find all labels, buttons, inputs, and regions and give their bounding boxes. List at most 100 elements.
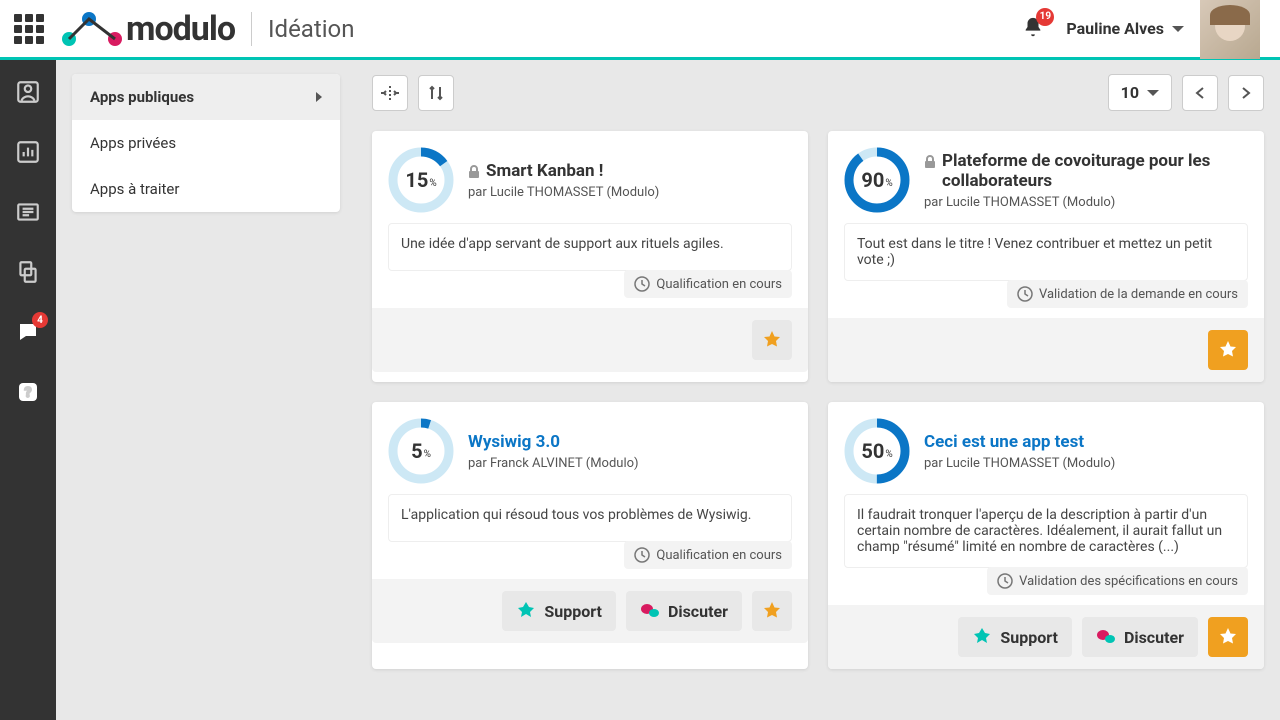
star-icon	[1218, 627, 1238, 647]
app-card: 5% Wysiwig 3.0 par Franck ALVINET (Modul…	[372, 402, 808, 669]
toolbar: 10	[372, 74, 1264, 111]
clock-icon	[1017, 286, 1033, 302]
status-chip: Qualification en cours	[624, 270, 792, 298]
avatar[interactable]	[1200, 0, 1260, 59]
star-button[interactable]	[752, 320, 792, 360]
top-header: modulo Idéation 19 Pauline Alves	[0, 0, 1280, 60]
progress-value: 5	[411, 439, 422, 463]
chevron-down-icon	[1147, 90, 1159, 96]
content: 10 15% Smart Kanban ! par Lucile THOM	[356, 60, 1280, 720]
rail-item-stats[interactable]	[14, 138, 42, 166]
support-label: Support	[1000, 628, 1058, 647]
user-name[interactable]: Pauline Alves	[1066, 19, 1164, 38]
discuss-button[interactable]: Discuter	[626, 591, 742, 631]
app-card: 50% Ceci est une app test par Lucile THO…	[828, 402, 1264, 669]
rail-item-copy[interactable]	[14, 258, 42, 286]
brand-name: modulo	[126, 9, 235, 49]
rail-item-news[interactable]	[14, 198, 42, 226]
card-footer: Support Discuter	[372, 579, 808, 643]
card-author: par Lucile THOMASSET (Modulo)	[924, 195, 1248, 210]
sidebar: Apps publiques Apps privées Apps à trait…	[56, 60, 356, 720]
status-chip: Validation de la demande en cours	[1007, 280, 1248, 308]
prev-page-button[interactable]	[1182, 75, 1218, 111]
status-label: Validation des spécifications en cours	[1019, 574, 1238, 589]
card-author: par Lucile THOMASSET (Modulo)	[924, 456, 1248, 471]
page-size-value: 10	[1121, 83, 1139, 102]
notifications-button[interactable]: 19	[1022, 16, 1044, 42]
support-icon	[972, 628, 992, 646]
sort-button[interactable]	[418, 75, 454, 111]
discuss-button[interactable]: Discuter	[1082, 617, 1198, 657]
expand-button[interactable]	[372, 75, 408, 111]
page-title: Idéation	[268, 15, 354, 43]
card-footer	[828, 318, 1264, 382]
status-label: Validation de la demande en cours	[1039, 287, 1238, 302]
discuss-icon	[1096, 628, 1116, 646]
card-description: L'application qui résoud tous vos problè…	[388, 494, 792, 542]
progress-ring: 90%	[844, 147, 910, 213]
brand-logo[interactable]: modulo	[62, 9, 235, 49]
discuss-label: Discuter	[1124, 628, 1184, 647]
sidebar-item-label: Apps à traiter	[90, 180, 179, 198]
left-rail: 4 ?	[0, 60, 56, 720]
card-author: par Franck ALVINET (Modulo)	[468, 456, 792, 471]
sidebar-item-public-apps[interactable]: Apps publiques	[72, 74, 340, 120]
progress-value: 90	[861, 168, 884, 192]
status-chip: Validation des spécifications en cours	[987, 567, 1248, 595]
card-author: par Lucile THOMASSET (Modulo)	[468, 185, 792, 200]
page-size-select[interactable]: 10	[1108, 74, 1172, 111]
star-button[interactable]	[1208, 330, 1248, 370]
sidebar-item-label: Apps publiques	[90, 88, 194, 106]
apps-switcher-icon[interactable]	[10, 10, 48, 48]
rail-item-chat[interactable]: 4	[14, 318, 42, 346]
sidebar-item-label: Apps privées	[90, 134, 176, 152]
lock-icon	[468, 165, 480, 179]
card-footer: Support Discuter	[828, 605, 1264, 669]
sidebar-item-pending-apps[interactable]: Apps à traiter	[72, 166, 340, 212]
sidebar-item-private-apps[interactable]: Apps privées	[72, 120, 340, 166]
chevron-right-icon	[316, 92, 322, 102]
rail-item-profile[interactable]	[14, 78, 42, 106]
card-description: Tout est dans le titre ! Venez contribue…	[844, 223, 1248, 281]
progress-ring: 50%	[844, 418, 910, 484]
progress-value: 15	[405, 168, 428, 192]
star-icon	[1218, 340, 1238, 360]
user-menu-chevron-icon[interactable]	[1172, 26, 1184, 32]
star-button[interactable]	[752, 591, 792, 631]
lock-icon	[924, 155, 936, 169]
progress-value: 50	[861, 439, 884, 463]
rail-item-help[interactable]: ?	[14, 378, 42, 406]
chat-badge: 4	[32, 312, 48, 328]
svg-text:?: ?	[25, 385, 32, 401]
support-button[interactable]: Support	[958, 617, 1072, 657]
app-card: 15% Smart Kanban ! par Lucile THOMASSET …	[372, 131, 808, 382]
star-button[interactable]	[1208, 617, 1248, 657]
progress-ring: 5%	[388, 418, 454, 484]
notifications-badge: 19	[1036, 8, 1054, 26]
card-description: Il faudrait tronquer l'aperçu de la desc…	[844, 494, 1248, 568]
status-chip: Qualification en cours	[624, 541, 792, 569]
clock-icon	[634, 276, 650, 292]
status-label: Qualification en cours	[656, 277, 782, 292]
app-card: 90% Plateforme de covoiturage pour les c…	[828, 131, 1264, 382]
discuss-label: Discuter	[668, 602, 728, 621]
progress-ring: 15%	[388, 147, 454, 213]
support-button[interactable]: Support	[502, 591, 616, 631]
next-page-button[interactable]	[1228, 75, 1264, 111]
clock-icon	[997, 573, 1013, 589]
card-title[interactable]: Wysiwig 3.0	[468, 432, 560, 452]
status-label: Qualification en cours	[656, 548, 782, 563]
card-title: Smart Kanban !	[486, 161, 603, 181]
card-title[interactable]: Ceci est une app test	[924, 432, 1084, 452]
support-icon	[516, 602, 536, 620]
header-divider	[251, 12, 252, 46]
support-label: Support	[544, 602, 602, 621]
star-icon	[762, 330, 782, 350]
star-icon	[762, 601, 782, 621]
card-title: Plateforme de covoiturage pour les colla…	[942, 151, 1248, 191]
clock-icon	[634, 547, 650, 563]
discuss-icon	[640, 602, 660, 620]
card-footer	[372, 308, 808, 372]
cards-grid: 15% Smart Kanban ! par Lucile THOMASSET …	[372, 131, 1264, 669]
card-description: Une idée d'app servant de support aux ri…	[388, 223, 792, 271]
